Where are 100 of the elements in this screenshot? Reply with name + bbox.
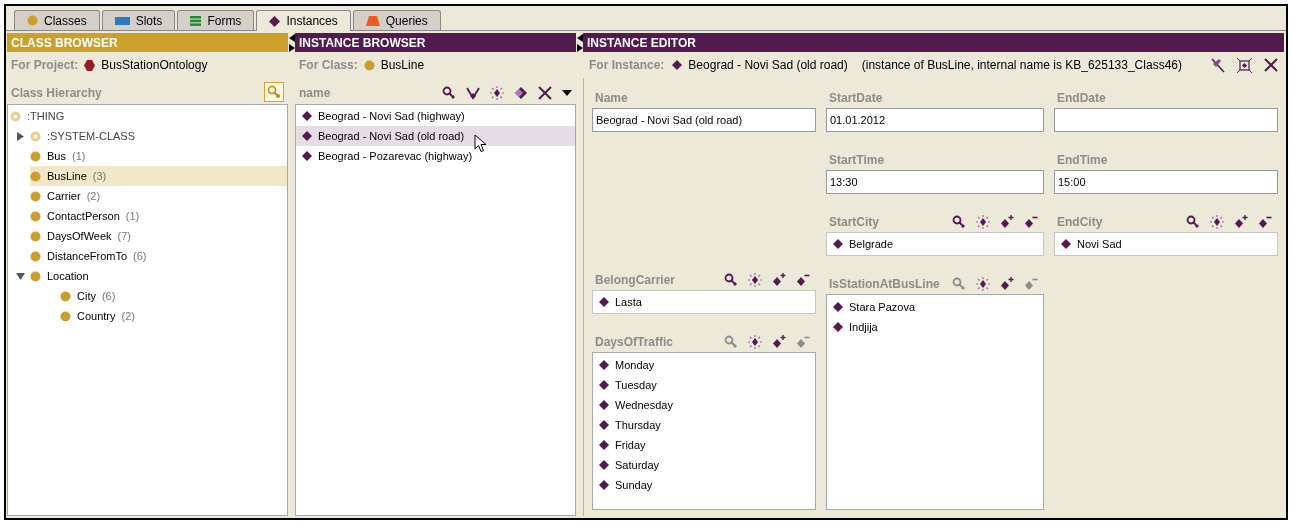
tree-item[interactable]: ContactPerson (1) xyxy=(30,206,288,226)
tab[interactable]: Slots xyxy=(101,10,176,30)
tree-item[interactable]: :SYSTEM-CLASS xyxy=(30,126,288,146)
instance-note: (instance of BusLine, internal name is KB_625133_Class46) xyxy=(861,57,1182,74)
add-icon[interactable] xyxy=(1000,277,1014,291)
project-name: BusStationOntology xyxy=(101,57,208,74)
create-icon[interactable] xyxy=(490,86,505,100)
tab[interactable]: Queries xyxy=(352,10,441,30)
tab[interactable]: Instances xyxy=(256,10,351,31)
text-field[interactable] xyxy=(1054,108,1278,132)
remove-icon[interactable] xyxy=(1024,215,1038,229)
search-icon[interactable] xyxy=(442,86,457,100)
instance-item[interactable]: Beograd - Novi Sad (highway) xyxy=(296,106,576,126)
list-item[interactable]: Wednesday xyxy=(615,396,673,414)
create-icon[interactable] xyxy=(976,215,990,229)
list-item[interactable]: Saturday xyxy=(615,456,660,474)
instance-list[interactable]: Stara Pazova Indjija xyxy=(826,294,1044,510)
tree-item[interactable]: DaysOfWeek (7) xyxy=(30,226,288,246)
instance-name: Beograd - Novi Sad (old road) xyxy=(688,57,848,74)
text-field[interactable]: 01.01.2012 xyxy=(826,108,1044,132)
list-item[interactable]: Thursday xyxy=(615,416,661,434)
instance-field[interactable]: Lasta xyxy=(592,290,816,314)
panel-header: INSTANCE BROWSER xyxy=(295,33,577,52)
list-item[interactable]: Indjija xyxy=(849,318,878,336)
panel-header: INSTANCE EDITOR xyxy=(583,33,1284,52)
field-label: StartDate xyxy=(829,90,883,107)
tab[interactable]: Forms xyxy=(177,10,255,30)
form-icon xyxy=(190,15,202,26)
add-icon[interactable] xyxy=(1234,215,1248,229)
pin-icon[interactable] xyxy=(1210,57,1225,73)
expanded-triangle-icon[interactable] xyxy=(15,271,25,281)
collapsed-triangle-icon[interactable] xyxy=(15,131,25,141)
field-label: EndTime xyxy=(1057,152,1108,169)
add-icon[interactable] xyxy=(772,273,786,287)
create-icon[interactable] xyxy=(976,277,990,291)
tab[interactable]: Classes xyxy=(14,10,100,30)
instance-value: Belgrade xyxy=(849,236,894,252)
class-icon xyxy=(10,110,21,122)
list-item[interactable]: Monday xyxy=(615,356,655,374)
field-label: IsStationAtBusLine xyxy=(829,276,940,293)
class-icon xyxy=(363,59,375,71)
create-icon[interactable] xyxy=(748,273,762,287)
field-label: BelongCarrier xyxy=(595,272,676,289)
close-icon[interactable] xyxy=(1264,58,1278,72)
remove-icon[interactable] xyxy=(1258,215,1272,229)
slot-icon xyxy=(114,16,130,25)
diamond-icon xyxy=(269,15,281,27)
tree-item[interactable]: DistanceFromTo (6) xyxy=(30,246,288,266)
text-field[interactable]: Beograd - Novi Sad (old road) xyxy=(592,108,816,132)
project-icon xyxy=(84,59,96,71)
splitter-arrows-icon[interactable] xyxy=(288,34,295,52)
tree-item[interactable]: Carrier (2) xyxy=(30,186,288,206)
tree-item[interactable]: Bus (1) xyxy=(30,146,288,166)
create-icon[interactable] xyxy=(1210,215,1224,229)
class-icon xyxy=(30,190,41,202)
query-icon xyxy=(365,15,380,26)
diamond-icon xyxy=(599,297,609,307)
instance-list[interactable]: Monday Tuesday Wednesday Thursday Friday Saturday Sunday xyxy=(592,352,816,510)
diamond-icon xyxy=(833,239,843,249)
splitter-arrows-icon[interactable] xyxy=(576,34,583,52)
search-icon[interactable] xyxy=(1186,215,1200,229)
class-icon xyxy=(30,130,41,142)
search-button[interactable] xyxy=(264,82,285,102)
class-icon xyxy=(30,150,41,162)
list-item[interactable]: Sunday xyxy=(615,476,653,494)
tree-item[interactable]: Country (2) xyxy=(60,306,288,326)
class-icon xyxy=(30,170,41,182)
instance-field[interactable]: Novi Sad xyxy=(1054,232,1278,256)
add-icon[interactable] xyxy=(772,335,786,349)
add-icon[interactable] xyxy=(1000,215,1014,229)
class-icon xyxy=(30,210,41,222)
create-icon[interactable] xyxy=(748,335,762,349)
instance-field[interactable]: Belgrade xyxy=(826,232,1044,256)
instance-value: Novi Sad xyxy=(1077,236,1122,252)
dropdown-caret-icon[interactable] xyxy=(562,90,573,96)
delete-icon[interactable] xyxy=(538,86,553,100)
class-icon xyxy=(60,290,71,302)
tree-item[interactable]: Location xyxy=(30,266,288,286)
list-item[interactable]: Stara Pazova xyxy=(849,298,916,316)
tree-item[interactable]: :THING xyxy=(10,106,288,126)
search-icon[interactable] xyxy=(952,215,966,229)
field-label: StartTime xyxy=(829,152,885,169)
mouse-pointer-icon xyxy=(474,134,487,153)
tree-item[interactable]: BusLine (3) xyxy=(30,166,288,186)
instance-item[interactable]: Beograd - Novi Sad (old road) xyxy=(296,126,576,146)
tree-item[interactable]: City (6) xyxy=(60,286,288,306)
create-icon[interactable] xyxy=(1237,57,1252,73)
text-field[interactable]: 15:00 xyxy=(1054,170,1278,194)
field-label: EndCity xyxy=(1057,214,1103,231)
instance-item[interactable]: Beograd - Pozarevac (highway) xyxy=(296,146,576,166)
text-field[interactable]: 13:30 xyxy=(826,170,1044,194)
list-item[interactable]: Friday xyxy=(615,436,646,454)
remove-icon[interactable] xyxy=(796,273,810,287)
diamond-icon xyxy=(1061,239,1071,249)
list-item[interactable]: Tuesday xyxy=(615,376,657,394)
reference-icon[interactable] xyxy=(466,86,481,100)
class-label: For Class: xyxy=(299,57,358,74)
class-name: BusLine xyxy=(380,57,425,74)
diamond-icon[interactable] xyxy=(514,86,529,100)
search-icon[interactable] xyxy=(724,273,738,287)
